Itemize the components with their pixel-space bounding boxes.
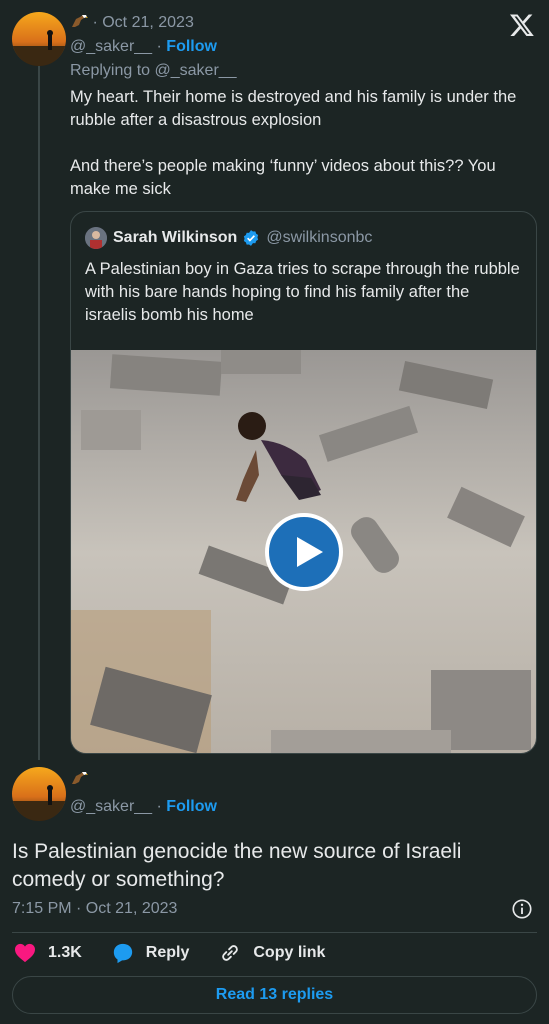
replying-prefix: Replying to: [70, 62, 151, 79]
tweet-header: [70, 770, 88, 789]
read-replies-button[interactable]: Read 13 replies: [12, 976, 537, 1014]
quote-avatar: [85, 227, 107, 249]
tweet-author-row: @_saker__ · Follow: [70, 798, 217, 815]
tweet-author-row: @_saker__ · Follow: [70, 38, 217, 55]
heart-icon: [15, 943, 35, 963]
avatar[interactable]: [12, 767, 66, 821]
quote-text: A Palestinian boy in Gaza tries to scrap…: [85, 260, 520, 324]
follow-button[interactable]: Follow: [166, 38, 217, 55]
divider: [12, 932, 537, 933]
copy-link-label: Copy link: [253, 944, 326, 961]
reply-bubble-icon: [113, 943, 132, 964]
quote-author-name[interactable]: Sarah Wilkinson: [113, 229, 237, 247]
eagle-emoji-icon: [72, 772, 88, 784]
thread-line: [38, 66, 40, 760]
main-tweet-text: Is Palestinian genocide the new source o…: [12, 840, 462, 891]
tweet-timestamp[interactable]: 7:15 PM · Oct 21, 2023: [12, 900, 177, 918]
replying-to: Replying to @_saker__: [70, 62, 237, 80]
quote-author-handle[interactable]: @swilkinsonbc: [266, 229, 372, 247]
like-button[interactable]: 1.3K: [14, 943, 82, 963]
copy-link-button[interactable]: Copy link: [219, 942, 325, 964]
like-count: 1.3K: [48, 944, 82, 961]
author-handle[interactable]: @_saker__: [70, 798, 152, 815]
verified-badge-icon: [244, 230, 259, 246]
tweet-text: My heart. Their home is destroyed and hi…: [70, 88, 517, 198]
eagle-emoji-icon: [72, 15, 88, 27]
tweet-date[interactable]: Oct 21, 2023: [102, 14, 194, 31]
reply-button[interactable]: Reply: [112, 942, 190, 964]
reply-label: Reply: [145, 944, 190, 961]
play-button[interactable]: [265, 513, 343, 591]
quote-header: Sarah Wilkinson @swilkinsonbc: [85, 227, 372, 249]
tweet-header: · Oct 21, 2023: [70, 13, 194, 32]
action-bar: 1.3K Reply Copy link: [14, 942, 355, 964]
avatar[interactable]: [12, 12, 66, 66]
author-handle[interactable]: @_saker__: [70, 38, 152, 55]
quoted-tweet[interactable]: Sarah Wilkinson @swilkinsonbc A Palestin…: [70, 211, 537, 754]
replying-handle[interactable]: @_saker__: [155, 62, 237, 79]
info-icon[interactable]: [511, 898, 533, 920]
link-icon: [222, 945, 239, 961]
video-thumbnail[interactable]: [71, 350, 536, 753]
x-logo-icon[interactable]: [509, 12, 535, 38]
follow-button[interactable]: Follow: [166, 798, 217, 815]
